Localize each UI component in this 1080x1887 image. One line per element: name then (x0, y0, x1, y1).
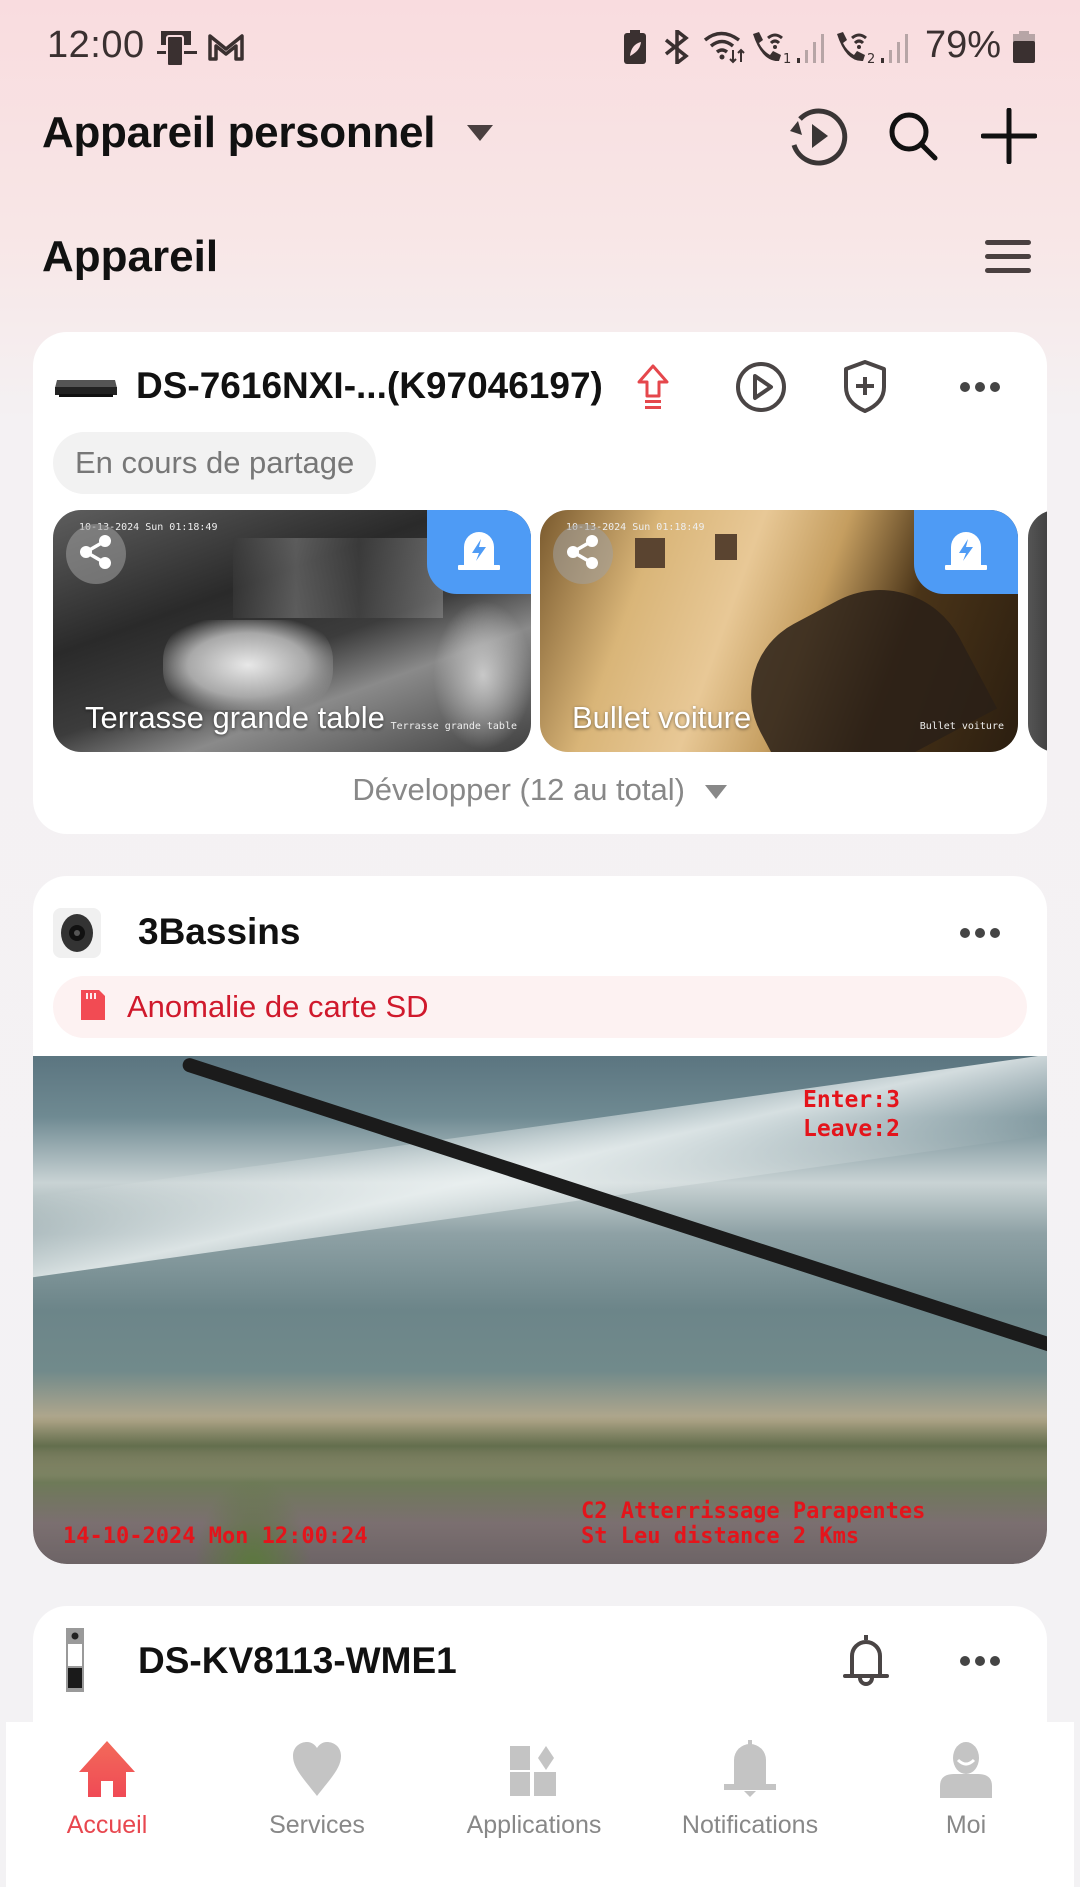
device-card-camera[interactable]: 3Bassins Anomalie de carte SD Enter:3 Le… (33, 876, 1047, 1564)
osd-leave-count: Leave:2 (803, 1116, 900, 1142)
security-shield-icon[interactable] (841, 356, 889, 416)
scene-detail (635, 538, 665, 568)
apps-icon (504, 1740, 564, 1803)
alarm-badge[interactable] (914, 510, 1018, 594)
channel-thumbnail-partial[interactable] (1028, 510, 1047, 752)
channel-label: Terrasse grande table (85, 700, 385, 735)
live-view[interactable]: Enter:3 Leave:2 14-10-2024 Mon 12:00:24 … (33, 1056, 1047, 1564)
battery-saver-icon (623, 30, 647, 69)
share-icon (78, 534, 114, 575)
status-time: 12:00 (47, 24, 145, 66)
expand-channels-button[interactable]: Développer (12 au total) (33, 772, 1047, 808)
nav-services[interactable]: Services (217, 1740, 417, 1840)
nav-accueil[interactable]: Accueil (7, 1740, 207, 1840)
scene-trees (33, 1416, 1047, 1476)
search-icon[interactable] (880, 103, 946, 169)
more-icon[interactable] (957, 372, 1003, 402)
nav-label: Applications (466, 1811, 602, 1839)
sd-card-icon (79, 988, 107, 1027)
bell-icon (720, 1740, 780, 1803)
home-icon (77, 1740, 137, 1803)
intercom-device-icon (66, 1628, 84, 1697)
share-button[interactable] (553, 524, 613, 584)
nav-applications[interactable]: Applications (434, 1740, 634, 1840)
scene-detail (715, 534, 737, 560)
osd-timestamp: 14-10-2024 Mon 12:00:24 (63, 1524, 368, 1549)
more-icon[interactable] (957, 918, 1003, 948)
scene-palm (193, 1476, 313, 1564)
svg-text:2: 2 (867, 52, 875, 64)
device-name[interactable]: 3Bassins (138, 911, 301, 953)
nav-label: Moi (945, 1811, 987, 1839)
bottom-nav: Accueil Services Applications Notificati… (6, 1722, 1074, 1887)
scene-detail (233, 538, 443, 618)
upgrade-icon[interactable] (631, 362, 675, 412)
battery-icon (1013, 31, 1035, 68)
alarm-siren-icon (943, 529, 989, 576)
osd-caption-line1: C2 Atterrissage Parapentes (581, 1499, 926, 1524)
screen-mirror-icon (157, 30, 197, 71)
alert-text: Anomalie de carte SD (127, 989, 429, 1024)
nav-notifications[interactable]: Notifications (650, 1740, 850, 1840)
playback-icon[interactable] (784, 103, 850, 169)
menu-icon[interactable] (980, 234, 1036, 278)
device-name[interactable]: DS-KV8113-WME1 (138, 1640, 457, 1682)
nvr-device-icon (53, 374, 119, 405)
nav-moi[interactable]: Moi (866, 1740, 1066, 1840)
svg-text:1: 1 (783, 52, 791, 64)
signal-sim2-icon (880, 32, 910, 69)
more-icon[interactable] (957, 1646, 1003, 1676)
heart-icon (287, 1740, 347, 1803)
channel-label: Bullet voiture (572, 700, 752, 735)
nav-label: Services (269, 1811, 365, 1839)
camera-device-icon (51, 906, 103, 965)
expand-label: Développer (12 au total) (352, 772, 685, 807)
share-button[interactable] (66, 524, 126, 584)
channel-thumbnail[interactable]: 10-13-2024 Sun 01:18:49 Terrasse grande … (53, 510, 531, 752)
share-icon (565, 534, 601, 575)
device-card-nvr[interactable]: DS-7616NXI-...(K97046197) En cours de pa… (33, 332, 1047, 834)
account-selector-title[interactable]: Appareil personnel (42, 108, 435, 158)
osd-channel-name: Bullet voiture (919, 721, 1004, 732)
chevron-down-icon[interactable] (462, 120, 498, 146)
wifi-icon (703, 30, 747, 69)
add-icon[interactable] (976, 103, 1042, 169)
channel-thumbnail[interactable]: 10-13-2024 Sun 01:18:49 Bullet voiture B… (540, 510, 1018, 752)
scene-detail (163, 620, 333, 710)
profile-icon (936, 1740, 996, 1803)
osd-channel-name: Terrasse grande table (390, 721, 517, 732)
signal-sim1-icon (796, 32, 826, 69)
wifi-call-sim2-icon: 2 (834, 30, 878, 69)
section-title: Appareil (42, 232, 219, 281)
chevron-down-icon (694, 772, 728, 807)
sharing-status-chip: En cours de partage (53, 432, 377, 494)
device-name[interactable]: DS-7616NXI-...(K97046197) (136, 365, 603, 407)
osd-caption-line2: St Leu distance 2 Kms (581, 1524, 860, 1549)
alarm-badge[interactable] (427, 510, 531, 594)
play-icon[interactable] (734, 360, 788, 414)
bell-icon[interactable] (841, 1630, 891, 1690)
gmail-icon (207, 33, 245, 66)
wifi-call-sim1-icon: 1 (750, 30, 794, 69)
osd-enter-count: Enter:3 (803, 1087, 900, 1113)
sd-card-alert[interactable]: Anomalie de carte SD (53, 976, 1027, 1038)
battery-percent: 79% (925, 24, 1002, 66)
alarm-siren-icon (456, 529, 502, 576)
nav-label: Accueil (66, 1811, 148, 1839)
nav-label: Notifications (681, 1811, 819, 1839)
bluetooth-icon (662, 27, 692, 69)
